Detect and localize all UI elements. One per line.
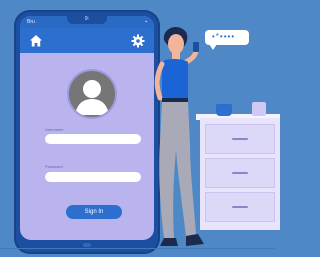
app-bar	[20, 28, 154, 53]
phone-screen: Bru ▪ 9: Username Password Sign In	[20, 16, 154, 240]
home-indicator	[83, 243, 91, 247]
woman-figure	[154, 26, 204, 246]
drawer-handle	[232, 172, 248, 174]
status-indicator: ▪	[145, 19, 147, 25]
desk-cup	[252, 102, 266, 116]
status-time: 9:	[84, 16, 90, 22]
username-label: Username	[45, 127, 64, 132]
password-field[interactable]	[45, 172, 141, 182]
drawer-handle	[232, 206, 248, 208]
status-carrier: Bru	[27, 19, 35, 25]
drawer-handle	[232, 138, 248, 140]
phone-notch: 9:	[67, 16, 107, 24]
user-avatar-icon	[69, 71, 115, 117]
floor-line	[0, 248, 275, 249]
avatar-silhouette	[75, 80, 109, 115]
home-icon[interactable]	[29, 34, 43, 48]
phone-device: Bru ▪ 9: Username Password Sign In	[14, 10, 160, 254]
password-label: Password	[45, 164, 63, 169]
username-field[interactable]	[45, 134, 141, 144]
gear-icon[interactable]	[131, 34, 145, 48]
sign-in-button[interactable]: Sign In	[66, 205, 122, 219]
illustration-scene: Bru ▪ 9: Username Password Sign In •*•••…	[0, 0, 280, 257]
